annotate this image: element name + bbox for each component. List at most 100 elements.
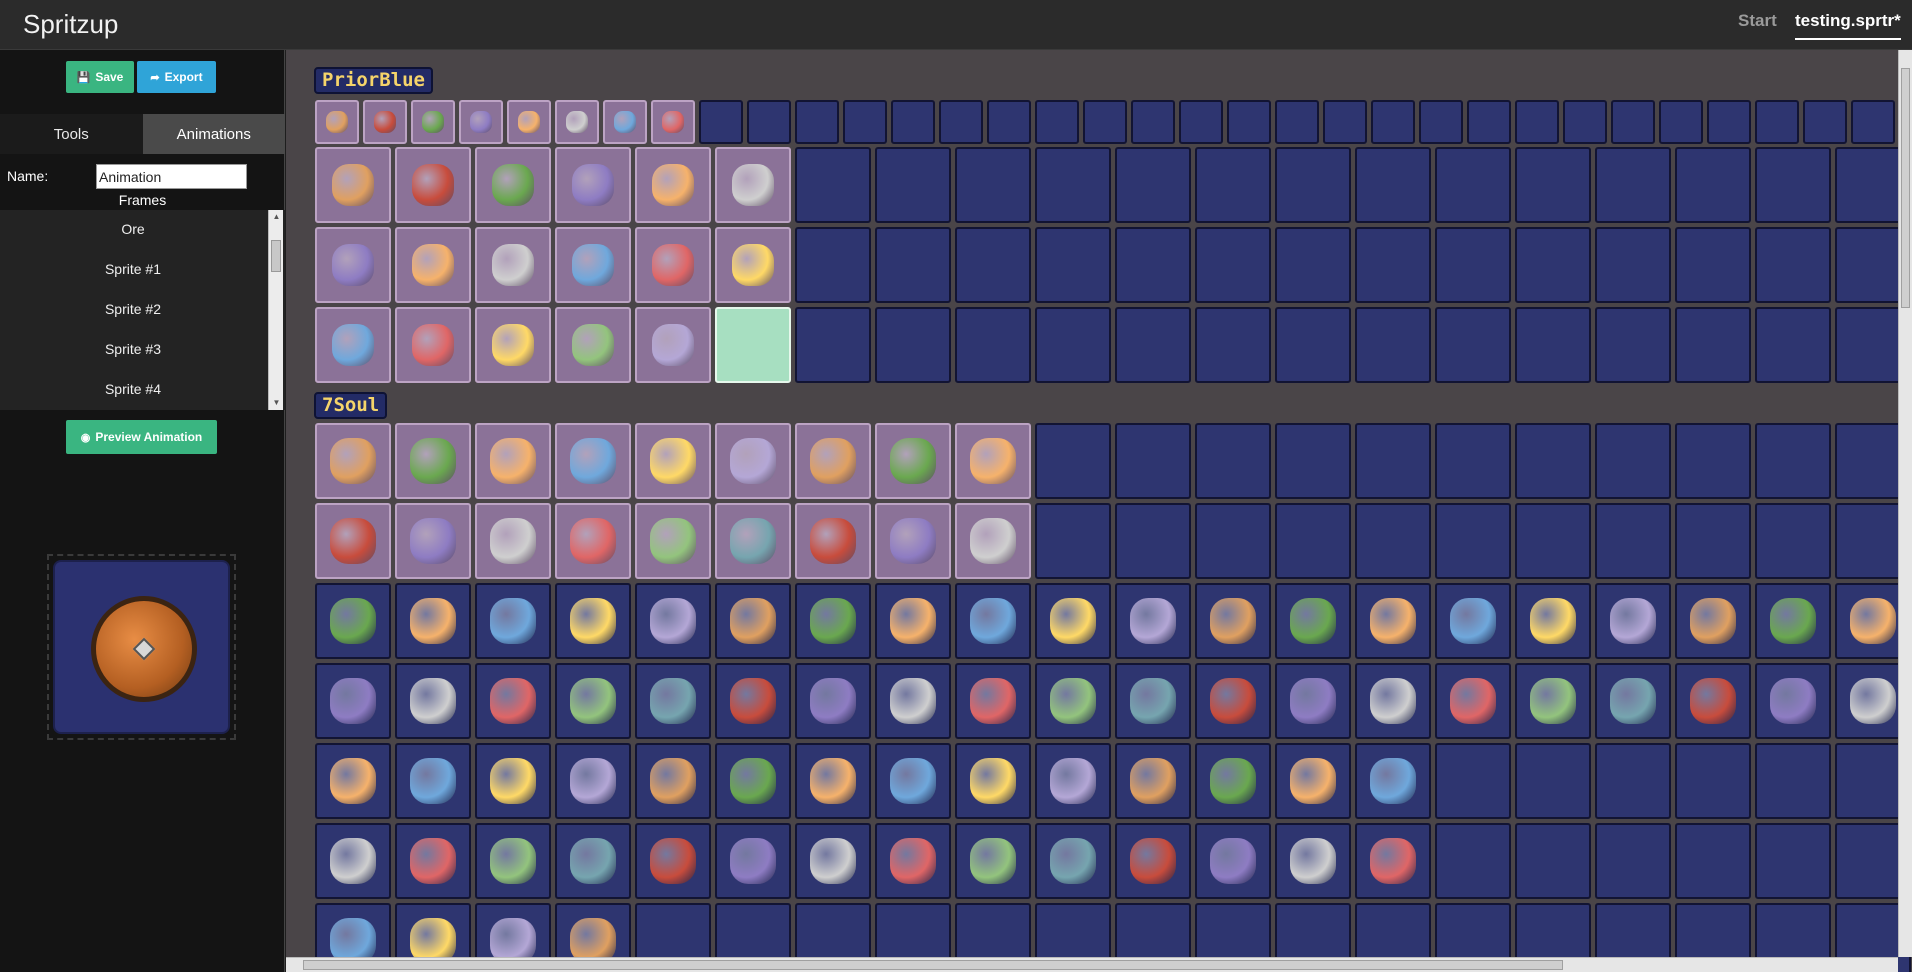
sprite-cell[interactable] xyxy=(891,100,935,144)
sprite-cell[interactable] xyxy=(955,307,1031,383)
sprite-cell[interactable] xyxy=(1563,100,1607,144)
sprite-cell[interactable] xyxy=(651,100,695,144)
sprite-cell[interactable] xyxy=(1515,743,1591,819)
sprite-cell[interactable] xyxy=(1675,423,1751,499)
nav-start-link[interactable]: Start xyxy=(1738,11,1777,31)
sprite-cell[interactable] xyxy=(1035,100,1079,144)
sprite-cell[interactable] xyxy=(555,743,631,819)
sprite-cell[interactable] xyxy=(1195,583,1271,659)
sprite-cell[interactable] xyxy=(1851,100,1895,144)
sprite-cell[interactable] xyxy=(1275,100,1319,144)
sprite-cell[interactable] xyxy=(395,743,471,819)
sprite-cell[interactable] xyxy=(1755,227,1831,303)
sprite-cell[interactable] xyxy=(955,743,1031,819)
sprite-cell[interactable] xyxy=(747,100,791,144)
sprite-cell[interactable] xyxy=(315,663,391,739)
frame-item[interactable]: Sprite #3 xyxy=(0,341,266,357)
sprite-cell[interactable] xyxy=(1115,503,1191,579)
sprite-cell[interactable] xyxy=(795,583,871,659)
sprite-cell[interactable] xyxy=(635,503,711,579)
sprite-cell[interactable] xyxy=(1595,147,1671,223)
frame-item[interactable]: Sprite #4 xyxy=(0,381,266,397)
sprite-cell[interactable] xyxy=(1675,227,1751,303)
sprite-cell[interactable] xyxy=(1115,663,1191,739)
sprite-cell[interactable] xyxy=(875,503,951,579)
sprite-cell[interactable] xyxy=(315,100,359,144)
sprite-cell[interactable] xyxy=(395,823,471,899)
sprite-cell[interactable] xyxy=(715,823,791,899)
sprite-cell[interactable] xyxy=(1595,743,1671,819)
sprite-cell[interactable] xyxy=(1435,743,1511,819)
sprite-cell[interactable] xyxy=(1435,663,1511,739)
sprite-cell[interactable] xyxy=(475,227,551,303)
group-label-priorblue[interactable]: PriorBlue xyxy=(314,67,433,94)
sprite-cell[interactable] xyxy=(315,823,391,899)
sprite-cell[interactable] xyxy=(1435,583,1511,659)
sprite-cell[interactable] xyxy=(1195,743,1271,819)
sprite-cell[interactable] xyxy=(795,823,871,899)
sprite-cell[interactable] xyxy=(1675,663,1751,739)
sprite-cell[interactable] xyxy=(715,583,791,659)
sprite-cell[interactable] xyxy=(1035,423,1111,499)
sprite-cell[interactable] xyxy=(315,743,391,819)
sprite-cell[interactable] xyxy=(1083,100,1127,144)
sprite-cell[interactable] xyxy=(1355,743,1431,819)
sprite-cell[interactable] xyxy=(1515,583,1591,659)
sprite-cell[interactable] xyxy=(459,100,503,144)
sprite-cell[interactable] xyxy=(1595,583,1671,659)
sprite-cell[interactable] xyxy=(1355,307,1431,383)
sprite-cell[interactable] xyxy=(555,663,631,739)
sprite-cell[interactable] xyxy=(1515,100,1559,144)
sprite-cell[interactable] xyxy=(1595,307,1671,383)
sprite-cell[interactable] xyxy=(1755,100,1799,144)
sprite-cell[interactable] xyxy=(475,583,551,659)
export-button[interactable]: ➦ Export xyxy=(137,61,216,93)
sprite-cell[interactable] xyxy=(1435,823,1511,899)
sprite-cell[interactable] xyxy=(955,823,1031,899)
sprite-cell[interactable] xyxy=(1515,423,1591,499)
sprite-canvas[interactable]: PriorBlue 7Soul xyxy=(286,50,1912,972)
sprite-cell[interactable] xyxy=(555,503,631,579)
animation-name-input[interactable] xyxy=(96,164,247,189)
sprite-cell[interactable] xyxy=(1675,307,1751,383)
sprite-cell[interactable] xyxy=(1355,583,1431,659)
frame-list-scrollbar[interactable]: ▲ ▼ xyxy=(268,210,283,410)
sprite-cell[interactable] xyxy=(795,503,871,579)
sprite-cell[interactable] xyxy=(555,823,631,899)
sprite-cell[interactable] xyxy=(1115,743,1191,819)
nav-file-tab[interactable]: testing.sprtr* xyxy=(1795,11,1901,40)
sprite-cell[interactable] xyxy=(475,147,551,223)
sprite-cell[interactable] xyxy=(1195,227,1271,303)
sprite-cell[interactable] xyxy=(1275,743,1351,819)
sprite-cell[interactable] xyxy=(1515,663,1591,739)
sprite-cell[interactable] xyxy=(955,503,1031,579)
sprite-cell[interactable] xyxy=(1595,227,1671,303)
sprite-cell[interactable] xyxy=(875,743,951,819)
frame-list-scroll-thumb[interactable] xyxy=(271,240,281,272)
sprite-cell[interactable] xyxy=(475,663,551,739)
sprite-cell[interactable] xyxy=(1515,823,1591,899)
sprite-cell[interactable] xyxy=(411,100,455,144)
sprite-cell[interactable] xyxy=(955,423,1031,499)
sprite-cell[interactable] xyxy=(1515,503,1591,579)
sprite-cell[interactable] xyxy=(555,423,631,499)
sprite-cell[interactable] xyxy=(1355,663,1431,739)
sprite-cell[interactable] xyxy=(635,663,711,739)
sprite-cell[interactable] xyxy=(875,227,951,303)
sprite-cell[interactable] xyxy=(315,307,391,383)
sprite-cell[interactable] xyxy=(1035,503,1111,579)
sprite-cell[interactable] xyxy=(1275,663,1351,739)
sprite-cell[interactable] xyxy=(1675,823,1751,899)
sprite-cell[interactable] xyxy=(1323,100,1367,144)
sprite-cell[interactable] xyxy=(475,503,551,579)
sprite-cell[interactable] xyxy=(875,823,951,899)
sprite-cell[interactable] xyxy=(795,227,871,303)
sprite-cell[interactable] xyxy=(1355,823,1431,899)
sprite-cell[interactable] xyxy=(1035,583,1111,659)
sprite-cell[interactable] xyxy=(1755,583,1831,659)
sprite-cell[interactable] xyxy=(1035,743,1111,819)
sprite-cell[interactable] xyxy=(363,100,407,144)
sprite-cell[interactable] xyxy=(1195,307,1271,383)
sprite-cell[interactable] xyxy=(635,307,711,383)
sprite-cell[interactable] xyxy=(875,307,951,383)
